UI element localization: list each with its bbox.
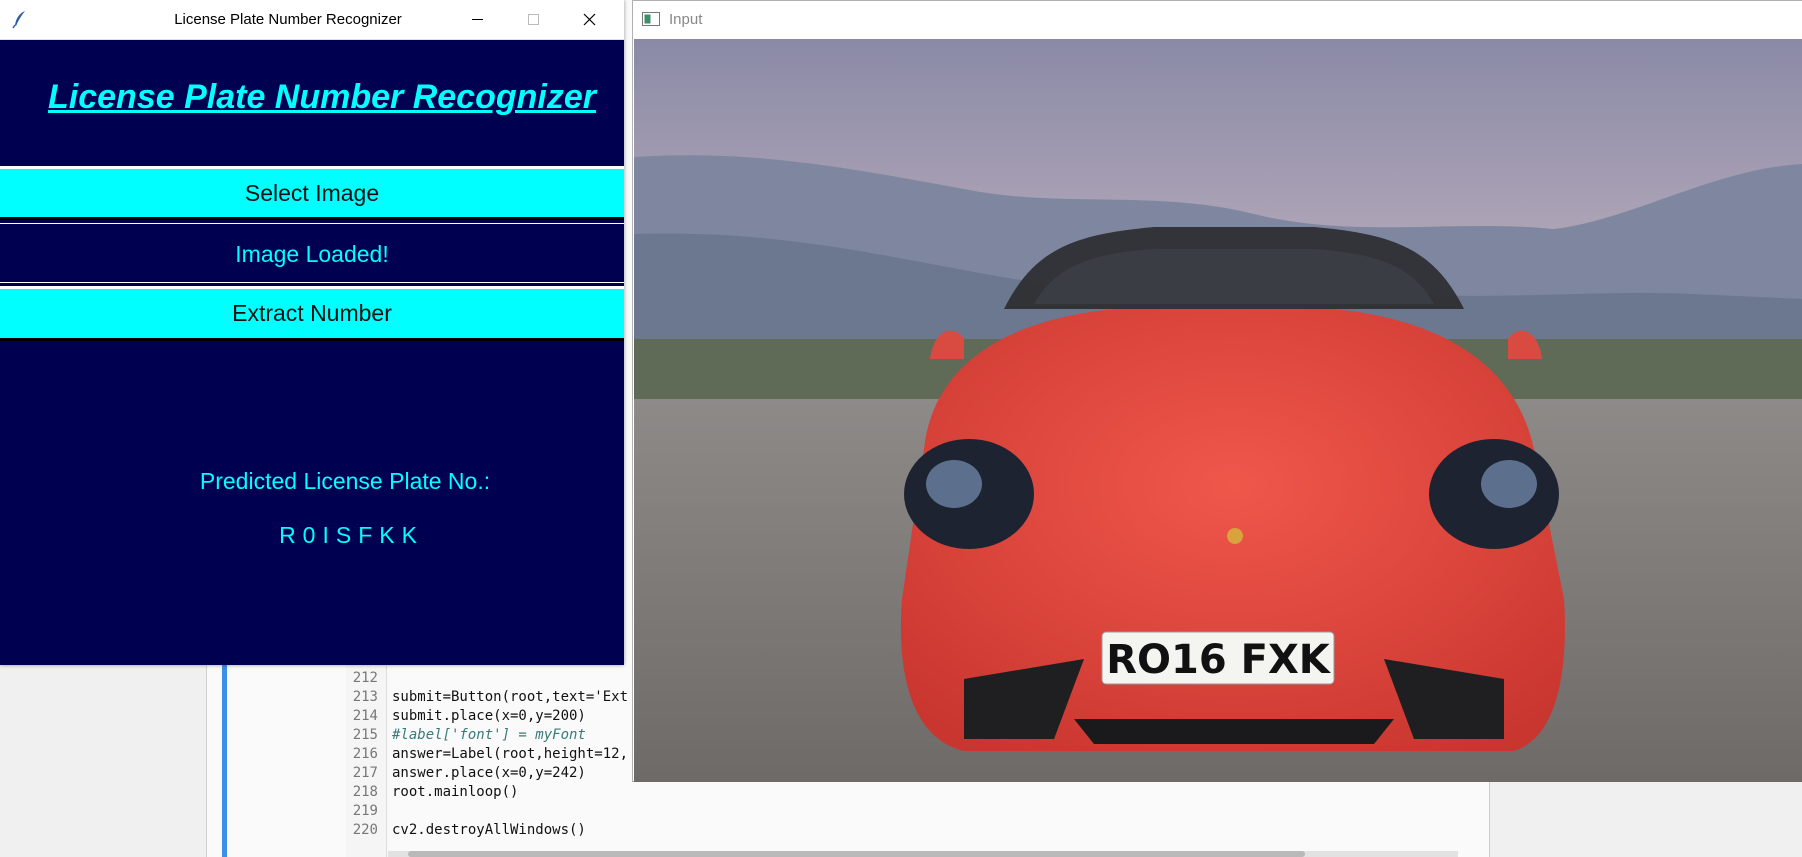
input-titlebar[interactable]: Input xyxy=(633,1,1802,39)
editor-scrollbar-thumb[interactable] xyxy=(408,851,1305,857)
code-text: submit=Button(root,text='Ext xyxy=(392,689,629,705)
line-number: 218 xyxy=(352,784,378,800)
line-number: 213 xyxy=(352,689,378,705)
code-text: #label['font'] = myFont xyxy=(392,727,586,743)
minimize-button[interactable] xyxy=(454,0,500,39)
close-button[interactable] xyxy=(566,0,612,39)
code-line[interactable]: 216 answer=Label(root,height=12, xyxy=(352,745,628,764)
code-text: answer=Label(root,height=12, xyxy=(392,746,629,762)
code-line[interactable]: 215 #label['font'] = myFont xyxy=(352,726,586,745)
maximize-button[interactable] xyxy=(510,0,556,39)
code-line[interactable]: 218 root.mainloop() xyxy=(352,783,519,802)
code-text: answer.place(x=0,y=242) xyxy=(392,765,586,781)
line-number: 216 xyxy=(352,746,378,762)
app-heading: License Plate Number Recognizer xyxy=(48,78,596,116)
car-photo: RO16 FXK xyxy=(634,39,1802,782)
code-text: submit.place(x=0,y=200) xyxy=(392,708,586,724)
extract-number-button[interactable]: Extract Number xyxy=(0,286,624,341)
code-line[interactable]: 220 cv2.destroyAllWindows() xyxy=(352,821,586,840)
code-text: cv2.destroyAllWindows() xyxy=(392,822,586,838)
line-number: 217 xyxy=(352,765,378,781)
line-number: 220 xyxy=(352,822,378,838)
line-number: 214 xyxy=(352,708,378,724)
input-image-window: Input RO16 FXK xyxy=(632,0,1802,782)
opencv-window-icon xyxy=(642,12,660,26)
predicted-plate-number: R0ISFKK xyxy=(279,522,424,548)
status-label: Image Loaded! xyxy=(0,223,624,283)
code-line[interactable]: 213 submit=Button(root,text='Ext xyxy=(352,688,628,707)
line-number: 219 xyxy=(352,803,378,819)
recognizer-titlebar[interactable]: License Plate Number Recognizer xyxy=(0,0,624,40)
code-line[interactable]: 217 answer.place(x=0,y=242) xyxy=(352,764,586,783)
code-text: root.mainloop() xyxy=(392,784,519,800)
line-number: 212 xyxy=(352,670,378,686)
code-line[interactable]: 212 xyxy=(352,669,392,688)
code-line[interactable]: 214 submit.place(x=0,y=200) xyxy=(352,707,586,726)
recognizer-window: License Plate Number Recognizer License … xyxy=(0,0,624,665)
license-plate-text: RO16 FXK xyxy=(1106,637,1332,683)
select-image-button[interactable]: Select Image xyxy=(0,166,624,220)
close-icon xyxy=(583,13,596,26)
result-caption: Predicted License Plate No.: xyxy=(199,468,491,494)
minimize-icon xyxy=(472,19,483,20)
input-window-title: Input xyxy=(669,11,703,28)
maximize-icon xyxy=(528,14,539,25)
line-number: 215 xyxy=(352,727,378,743)
code-line[interactable]: 219 xyxy=(352,802,392,821)
